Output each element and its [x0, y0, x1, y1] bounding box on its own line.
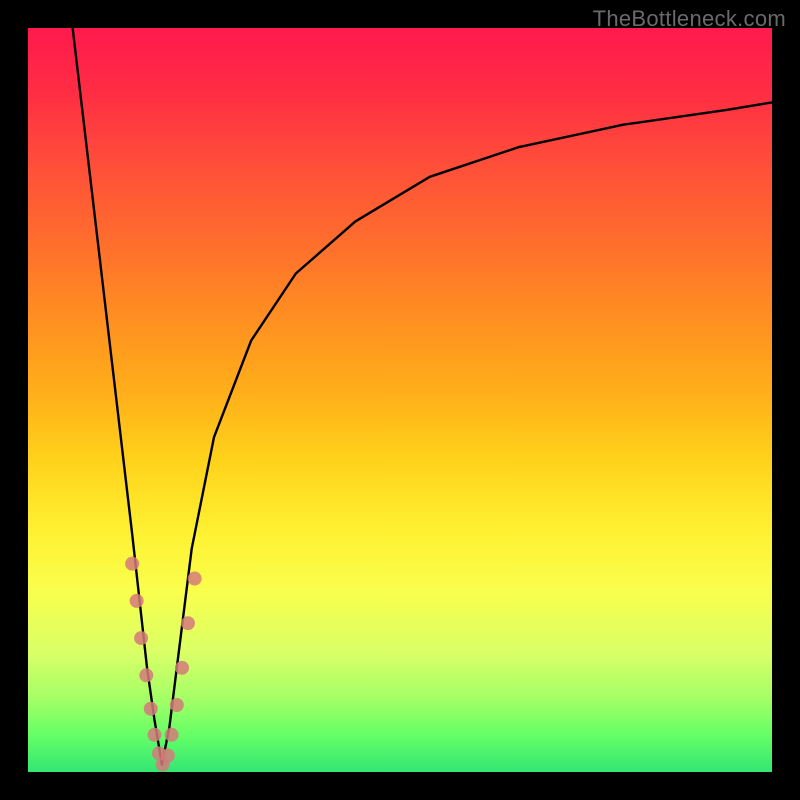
curve-right-arm [162, 102, 772, 764]
data-point [165, 728, 179, 742]
data-point [134, 631, 148, 645]
data-point [147, 728, 161, 742]
plot-area [28, 28, 772, 772]
data-point [175, 661, 189, 675]
data-point [130, 594, 144, 608]
chart-frame: TheBottleneck.com [0, 0, 800, 800]
curve-left-arm [73, 28, 162, 765]
chart-svg [28, 28, 772, 772]
data-point [139, 668, 153, 682]
data-point [188, 572, 202, 586]
data-point [181, 616, 195, 630]
data-point [161, 749, 175, 763]
data-point [125, 557, 139, 571]
data-point [144, 702, 158, 716]
data-point [170, 698, 184, 712]
